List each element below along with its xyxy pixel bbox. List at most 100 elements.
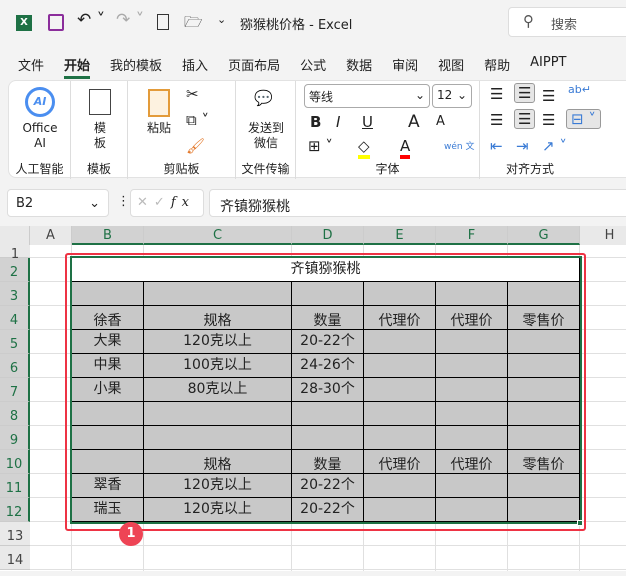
- row-header-3[interactable]: 3: [0, 282, 30, 306]
- formula-input[interactable]: 齐镇猕猴桃: [209, 189, 626, 217]
- group-alignment: ☰ ☰ ☰ ab↵ ☰ ☰ ☰ ⊟ ˅ ⇤ ⇥ ↗ ˅ 对齐方式: [480, 81, 626, 179]
- row-header-4[interactable]: 4: [0, 306, 30, 330]
- tab-home[interactable]: 开始: [64, 55, 91, 79]
- decrease-indent-icon[interactable]: ⇤: [490, 137, 503, 155]
- orientation-icon[interactable]: ↗ ˅: [542, 137, 567, 155]
- group-clipboard: 粘贴 ✂ ⧉ ˅ 🖌 剪贴板: [128, 81, 236, 179]
- menu-bar: 文件 开始 我的模板 插入 页面布局 公式 数据 审阅 视图 帮助 AIPPT: [18, 55, 587, 79]
- tab-review[interactable]: 审阅: [392, 55, 418, 79]
- row-header-2[interactable]: 2: [0, 258, 30, 282]
- row-header-7[interactable]: 7: [0, 378, 30, 402]
- tab-insert[interactable]: 插入: [182, 55, 208, 79]
- tab-view[interactable]: 视图: [438, 55, 464, 79]
- search-input[interactable]: ⚲ 搜索: [508, 7, 626, 37]
- row-header-11[interactable]: 11: [0, 474, 30, 498]
- tab-file[interactable]: 文件: [18, 55, 44, 79]
- align-left-icon[interactable]: ☰: [490, 111, 503, 129]
- cancel-icon[interactable]: ✕: [137, 195, 154, 210]
- row-header-6[interactable]: 6: [0, 354, 30, 378]
- column-header-b[interactable]: B: [72, 226, 144, 245]
- wrap-text-icon[interactable]: ab↵: [568, 83, 591, 96]
- column-header-c[interactable]: C: [144, 226, 292, 245]
- row-header-5[interactable]: 5: [0, 330, 30, 354]
- search-icon: ⚲: [523, 12, 534, 30]
- merge-center-icon[interactable]: ⊟ ˅: [566, 109, 601, 129]
- send-wechat-button[interactable]: 发送到微信: [246, 121, 286, 151]
- name-box[interactable]: B2 ⌄: [7, 189, 109, 217]
- customize-qat-icon[interactable]: ⌄: [217, 13, 226, 26]
- gridline: [30, 569, 626, 570]
- italic-button[interactable]: I: [336, 113, 340, 131]
- font-color-button[interactable]: A: [400, 137, 411, 159]
- more-icon: ⋮: [117, 194, 130, 209]
- fill-color-icon[interactable]: ◇: [358, 137, 370, 159]
- tab-page-layout[interactable]: 页面布局: [228, 55, 280, 79]
- search-placeholder: 搜索: [551, 18, 578, 33]
- align-bottom-icon[interactable]: ☰: [542, 87, 555, 105]
- template-icon: [89, 89, 111, 115]
- group-label: 文件传输: [241, 162, 290, 176]
- row-header-10[interactable]: 10: [0, 450, 30, 474]
- increase-indent-icon[interactable]: ⇥: [516, 137, 529, 155]
- template-button[interactable]: 模板: [89, 121, 111, 151]
- tab-my-templates[interactable]: 我的模板: [110, 55, 162, 79]
- borders-icon[interactable]: ⊞ ˅: [308, 137, 333, 155]
- row-header-9[interactable]: 9: [0, 426, 30, 450]
- select-all-corner[interactable]: [0, 226, 30, 245]
- gridline: [30, 545, 626, 546]
- tab-data[interactable]: 数据: [346, 55, 372, 79]
- window-title: 猕猴桃价格 - Excel: [240, 18, 353, 33]
- underline-button[interactable]: U: [362, 113, 373, 131]
- office-ai-icon: AI: [25, 87, 55, 117]
- phonetic-icon[interactable]: wén 文: [444, 139, 474, 152]
- annotation-box: [65, 253, 586, 531]
- group-label: 模板: [86, 162, 111, 176]
- formula-buttons: ✕✓fx: [130, 189, 204, 217]
- group-font: 等线 ⌄ 12 ⌄ B I U A A ⊞ ˅ ◇ A wén 文 字体: [296, 81, 480, 179]
- font-size-select[interactable]: 12 ⌄: [432, 84, 472, 108]
- row-header-8[interactable]: 8: [0, 402, 30, 426]
- ribbon: AI Office AI 人工智能 模板 模板 粘贴 ✂ ⧉ ˅ 🖌 剪贴板 💬…: [8, 80, 626, 179]
- align-middle-icon[interactable]: ☰: [514, 83, 536, 103]
- excel-icon: X: [16, 15, 32, 31]
- group-file-transfer: 💬 发送到微信 文件传输: [236, 81, 296, 179]
- row-header-13[interactable]: 13: [0, 522, 30, 546]
- annotation-badge: 1: [119, 522, 143, 546]
- format-painter-icon[interactable]: 🖌: [186, 137, 205, 155]
- insert-function-button[interactable]: fx: [171, 195, 195, 210]
- tab-aippt[interactable]: AIPPT: [530, 55, 566, 79]
- undo-icon[interactable]: ↶ ˅: [77, 10, 105, 30]
- cut-icon[interactable]: ✂: [186, 85, 199, 103]
- new-file-icon[interactable]: [157, 14, 169, 30]
- grow-font-button[interactable]: A: [408, 112, 420, 132]
- chevron-down-icon: ⌄: [89, 196, 100, 211]
- column-header-e[interactable]: E: [364, 226, 436, 245]
- row-header-12[interactable]: 12: [0, 498, 30, 522]
- align-center-icon[interactable]: ☰: [514, 109, 536, 129]
- align-top-icon[interactable]: ☰: [490, 85, 503, 103]
- paste-button[interactable]: 粘贴: [142, 121, 176, 136]
- paste-icon: [148, 89, 170, 117]
- column-header-f[interactable]: F: [436, 226, 508, 245]
- column-header-h[interactable]: H: [580, 226, 626, 245]
- copy-icon[interactable]: ⧉ ˅: [186, 111, 209, 129]
- row-header-1[interactable]: 1: [0, 245, 30, 262]
- redo-icon[interactable]: ↷ ˅: [116, 10, 144, 30]
- bold-button[interactable]: B: [310, 113, 321, 131]
- column-header-d[interactable]: D: [292, 226, 364, 245]
- column-header-a[interactable]: A: [30, 226, 72, 245]
- tab-formulas[interactable]: 公式: [300, 55, 326, 79]
- open-folder-icon[interactable]: 🗁: [184, 12, 203, 37]
- confirm-icon[interactable]: ✓: [154, 195, 171, 210]
- office-ai-button[interactable]: Office AI: [17, 121, 63, 151]
- group-label: 对齐方式: [505, 162, 554, 176]
- group-template: 模板 模板: [71, 81, 128, 179]
- tab-help[interactable]: 帮助: [484, 55, 510, 79]
- align-right-icon[interactable]: ☰: [542, 111, 555, 129]
- save-icon[interactable]: [48, 14, 64, 31]
- column-header-g[interactable]: G: [508, 226, 580, 245]
- group-label: 人工智能: [15, 162, 64, 176]
- row-header-14[interactable]: 14: [0, 546, 30, 570]
- font-name-select[interactable]: 等线 ⌄: [304, 84, 430, 108]
- shrink-font-button[interactable]: A: [436, 114, 445, 129]
